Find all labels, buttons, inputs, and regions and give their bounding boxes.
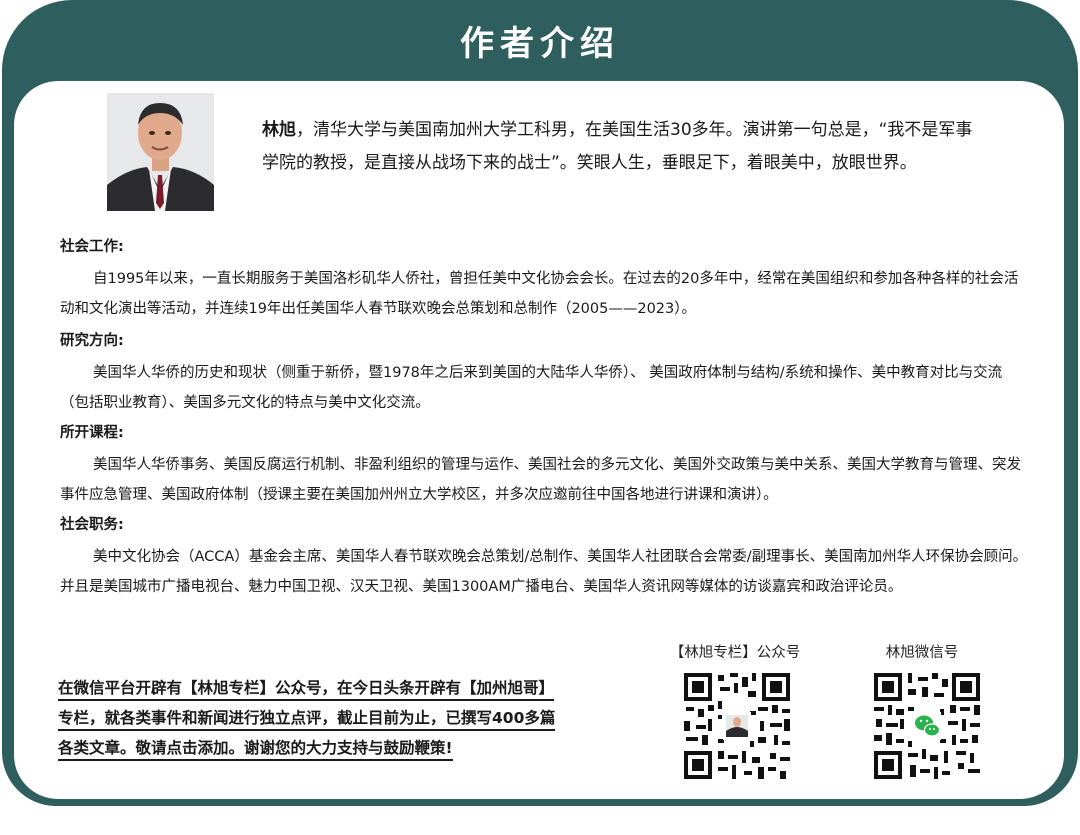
qr-code-wechat[interactable] [872, 671, 982, 781]
section-heading: 研究方向: [60, 333, 124, 349]
author-intro-text: ，清华大学与美国南加州大学工科男，在美国生活30多年。演讲第一句总是，“我不是军… [262, 120, 973, 173]
author-name: 林旭 [262, 120, 296, 140]
section-heading: 社会工作: [60, 239, 124, 255]
section-research: 研究方向: 美国华人华侨的历史和现状（侧重于新侨，暨1978年之后来到美国的大陆… [60, 329, 1028, 418]
section-body: 美国华人华侨的历史和现状（侧重于新侨，暨1978年之后来到美国的大陆华人华侨）、… [60, 365, 1003, 411]
qr-code-column[interactable] [682, 671, 792, 781]
promo-line: 各类文章。敬请点击添加。谢谢您的大力支持与鼓励鞭策! [58, 739, 453, 761]
section-social-work: 社会工作: 自1995年以来，一直长期服务于美国洛杉矶华人侨社，曾担任美中文化协… [60, 235, 1028, 324]
qr-label-wechat: 林旭微信号 [885, 645, 959, 661]
section-positions: 社会职务: 美中文化协会（ACCA）基金会主席、美国华人春节联欢晚会总策划/总制… [60, 513, 1028, 602]
section-courses: 所开课程: 美国华人华侨事务、美国反腐运行机制、非盈利组织的管理与运作、美国社会… [60, 421, 1028, 510]
author-photo [107, 93, 214, 211]
section-body: 美中文化协会（ACCA）基金会主席、美国华人春节联欢晚会总策划/总制作、美国华人… [60, 549, 1028, 595]
column-promo: 在微信平台开辟有【林旭专栏】公众号，在今日头条开辟有【加州旭哥】 专栏，就各类事… [58, 673, 638, 763]
portrait-icon [726, 715, 748, 737]
section-body: 自1995年以来，一直长期服务于美国洛杉矶华人侨社，曾担任美中文化协会会长。在过… [60, 271, 1019, 317]
author-intro: 林旭，清华大学与美国南加州大学工科男，在美国生活30多年。演讲第一句总是，“我不… [262, 114, 982, 180]
qr-label-column: 【林旭专栏】公众号 [669, 645, 801, 661]
page-title: 作者介绍 [460, 24, 620, 64]
section-heading: 所开课程: [60, 425, 124, 441]
promo-line: 在微信平台开辟有【林旭专栏】公众号，在今日头条开辟有【加州旭哥】 [58, 679, 555, 701]
promo-line: 专栏，就各类事件和新闻进行独立点评，截止目前为止，已撰写400多篇 [58, 709, 556, 731]
section-heading: 社会职务: [60, 517, 124, 533]
section-body: 美国华人华侨事务、美国反腐运行机制、非盈利组织的管理与运作、美国社会的多元文化、… [60, 457, 1021, 503]
